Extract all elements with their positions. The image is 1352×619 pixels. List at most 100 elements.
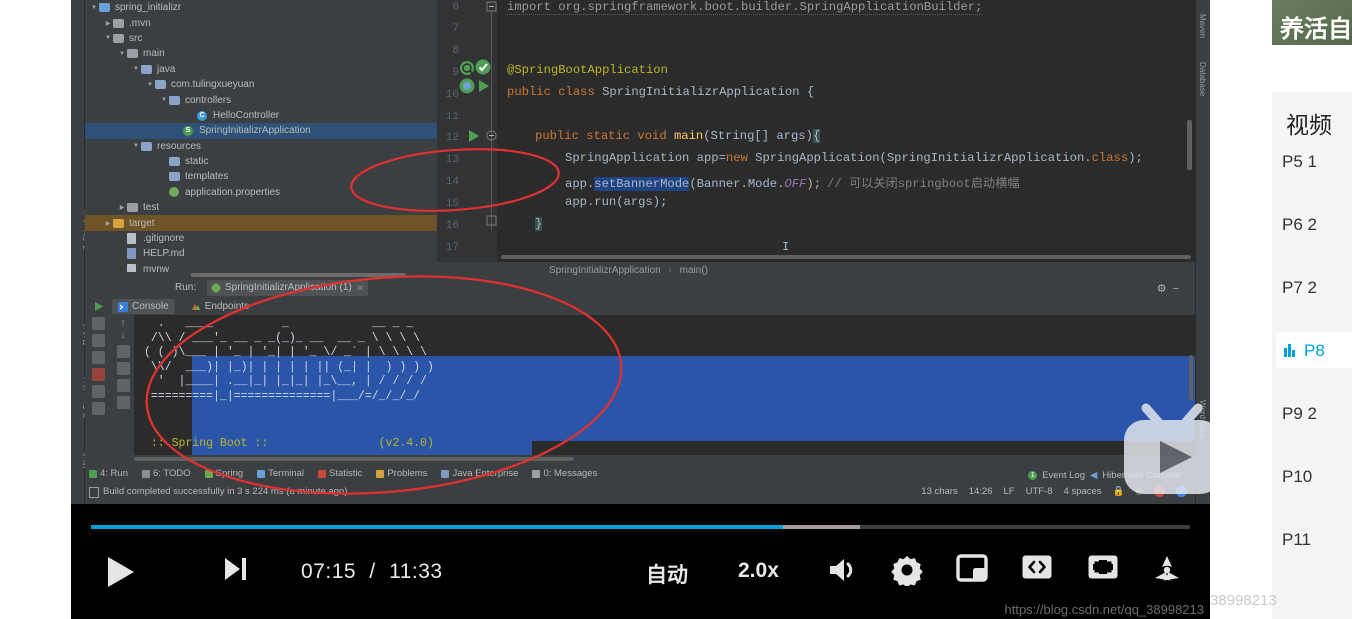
chevron-right-icon[interactable]: ▶ (103, 20, 113, 27)
video-playlist[interactable]: 视频 P5 1 P6 2 P7 2 P8 P9 2 P10 P11 (1272, 92, 1352, 619)
playlist-item[interactable]: P7 2 (1282, 278, 1352, 298)
stop-icon[interactable] (92, 317, 105, 330)
console-tabs[interactable]: Console Endpoints (112, 299, 255, 314)
camera-icon[interactable] (92, 334, 105, 347)
clear-all-icon[interactable] (116, 396, 130, 409)
playlist-item[interactable]: P8 (1304, 341, 1352, 361)
play-button[interactable] (103, 554, 137, 590)
caret-position[interactable]: 14:26 (969, 486, 993, 497)
console-secondary-toolbar[interactable]: ↑ ↓ (112, 315, 134, 465)
soft-wrap-icon[interactable] (116, 345, 130, 358)
right-sidebar[interactable]: 养活自 视频 P5 1 P6 2 P7 2 P8 P9 2 P10 P11 38998213 (1210, 0, 1352, 619)
tree-item[interactable]: C HelloController (85, 108, 437, 123)
playlist-item[interactable]: P11 (1282, 530, 1352, 550)
chevron-down-icon[interactable]: ▼ (103, 35, 113, 41)
tool-tab[interactable]: 6: TODO (142, 468, 191, 479)
next-button[interactable] (221, 554, 249, 584)
tree-item[interactable]: ▶ .mvn (85, 15, 437, 30)
tree-item[interactable]: ▼ spring_initializr (85, 0, 437, 15)
tree-item[interactable]: static (85, 154, 437, 169)
ide-status-bar[interactable]: Build completed successfully in 3 s 224 … (85, 470, 1195, 504)
tool-tab[interactable]: Java Enterprise (441, 468, 518, 479)
chevron-right-icon[interactable]: ▶ (117, 204, 127, 211)
playlist-item[interactable]: P5 1 (1282, 152, 1352, 172)
playlist-item[interactable]: P9 2 (1282, 404, 1352, 424)
chevron-down-icon[interactable]: ▼ (89, 5, 99, 11)
tool-tab[interactable]: Terminal (257, 468, 304, 479)
chevron-right-icon[interactable]: ▶ (103, 220, 113, 227)
close-icon[interactable]: ✕ (356, 283, 364, 294)
tree-item[interactable]: S SpringInitializrApplication (85, 123, 437, 139)
video-stage[interactable]: 7: Structure Rebel 2: Favorites Web Mave… (71, 0, 1210, 619)
tree-item[interactable]: HELP.md (85, 246, 437, 261)
tool-tab[interactable]: 0: Messages (532, 468, 597, 479)
tree-item[interactable]: application.properties (85, 185, 437, 200)
scroll-up-icon[interactable]: ↑ (112, 317, 134, 329)
tree-item[interactable]: .gitignore (85, 231, 437, 246)
chevron-down-icon[interactable]: ▼ (131, 143, 141, 149)
speed-selector[interactable]: 2.0x (738, 559, 779, 583)
tree-item[interactable]: ▼ resources (85, 139, 437, 154)
rerun-icon[interactable] (92, 300, 105, 313)
tool-tab[interactable]: Problems (376, 468, 427, 479)
console-side-toolbar[interactable] (85, 297, 112, 465)
quality-selector[interactable]: 自动 (646, 559, 688, 589)
scroll-to-end-icon[interactable] (116, 362, 130, 375)
pip-button[interactable] (956, 554, 988, 582)
player-controls[interactable]: 07:15 / 11:33 自动 2.0x https://blog.csdn.… (71, 504, 1210, 619)
tool-tab[interactable]: 4: Run (89, 468, 128, 479)
tree-item[interactable]: ▶ test (85, 200, 437, 215)
ide-left-toolrail[interactable]: 7: Structure Rebel 2: Favorites Web (71, 0, 91, 504)
tree-item[interactable]: ▶ target (85, 215, 437, 231)
tool-tab[interactable]: Statistic (318, 468, 362, 479)
fullscreen-button[interactable] (1087, 554, 1119, 580)
print-icon[interactable] (116, 379, 130, 392)
volume-button[interactable] (826, 554, 860, 586)
console-horizontal-scrollbar[interactable] (134, 457, 574, 461)
tool-tab[interactable]: Spring (204, 468, 243, 479)
restart-icon[interactable] (92, 368, 105, 381)
scroll-down-icon[interactable]: ↓ (112, 329, 134, 341)
chevron-down-icon[interactable]: ▼ (131, 66, 141, 72)
playlist-item[interactable]: P6 2 (1282, 215, 1352, 235)
tab-console[interactable]: Console (112, 299, 175, 314)
run-panel-actions[interactable]: ⚙− (1157, 282, 1185, 295)
code-selection-setbannermode[interactable]: setBannerMode (594, 177, 690, 191)
widescreen-button[interactable] (1021, 554, 1053, 580)
playlist-item[interactable]: P10 (1282, 467, 1352, 487)
controls-row[interactable]: 07:15 / 11:33 自动 2.0x (71, 542, 1210, 602)
tree-horizontal-scrollbar[interactable] (85, 272, 437, 277)
tree-item[interactable]: ▼ java (85, 62, 437, 77)
settings-button[interactable] (891, 554, 923, 586)
tree-item[interactable]: ▼ com.tulingxueyuan (85, 77, 437, 92)
layout-icon[interactable] (92, 385, 105, 398)
thread-dump-icon[interactable] (92, 351, 105, 364)
code-text[interactable]: import org.springframework.boot.builder.… (497, 0, 1195, 262)
indent-setting[interactable]: 4 spaces (1064, 486, 1102, 497)
gutter-run-main-icon[interactable] (467, 129, 481, 143)
event-log-label[interactable]: Event Log (1042, 470, 1085, 481)
rail-item-database[interactable]: Database (1198, 62, 1207, 96)
chevron-down-icon[interactable]: ▼ (117, 51, 127, 57)
tree-item[interactable]: ▼ main (85, 46, 437, 61)
tree-item[interactable]: templates (85, 169, 437, 184)
run-config-tab[interactable]: SpringInitializrApplication (1) ✕ (207, 280, 368, 296)
sidebar-banner[interactable]: 养活自 (1272, 0, 1352, 45)
run-panel[interactable]: Run: SpringInitializrApplication (1) ✕ ⚙… (85, 279, 1195, 465)
tree-item[interactable]: ▼ src (85, 31, 437, 46)
chevron-down-icon[interactable]: ▼ (159, 97, 169, 103)
console-output[interactable]: . ____ _ __ _ _ /\\ / ___'_ __ _ _(_)_ _… (134, 315, 1195, 455)
breadcrumb[interactable]: SpringInitializrApplication › main() (437, 262, 1195, 279)
line-separator[interactable]: LF (1004, 486, 1015, 497)
file-encoding[interactable]: UTF-8 (1026, 486, 1053, 497)
console-vertical-scrollbar[interactable] (1189, 355, 1193, 400)
pin-icon[interactable] (92, 402, 105, 415)
breadcrumb-method[interactable]: main() (680, 265, 708, 276)
rail-item-maven[interactable]: Maven (1198, 14, 1207, 38)
code-editor[interactable]: 6 7 8 9 10 11 12 13 14 15 16 17 import o… (437, 0, 1195, 262)
chevron-down-icon[interactable]: ▼ (145, 82, 155, 88)
danmaku-button[interactable] (1151, 554, 1183, 584)
breadcrumb-class[interactable]: SpringInitializrApplication (549, 265, 661, 276)
editor-vertical-scrollbar[interactable] (1187, 120, 1192, 170)
project-tree[interactable]: ▼ spring_initializr ▶ .mvn ▼ src ▼ main ▼ java ▼ co… (85, 0, 437, 277)
